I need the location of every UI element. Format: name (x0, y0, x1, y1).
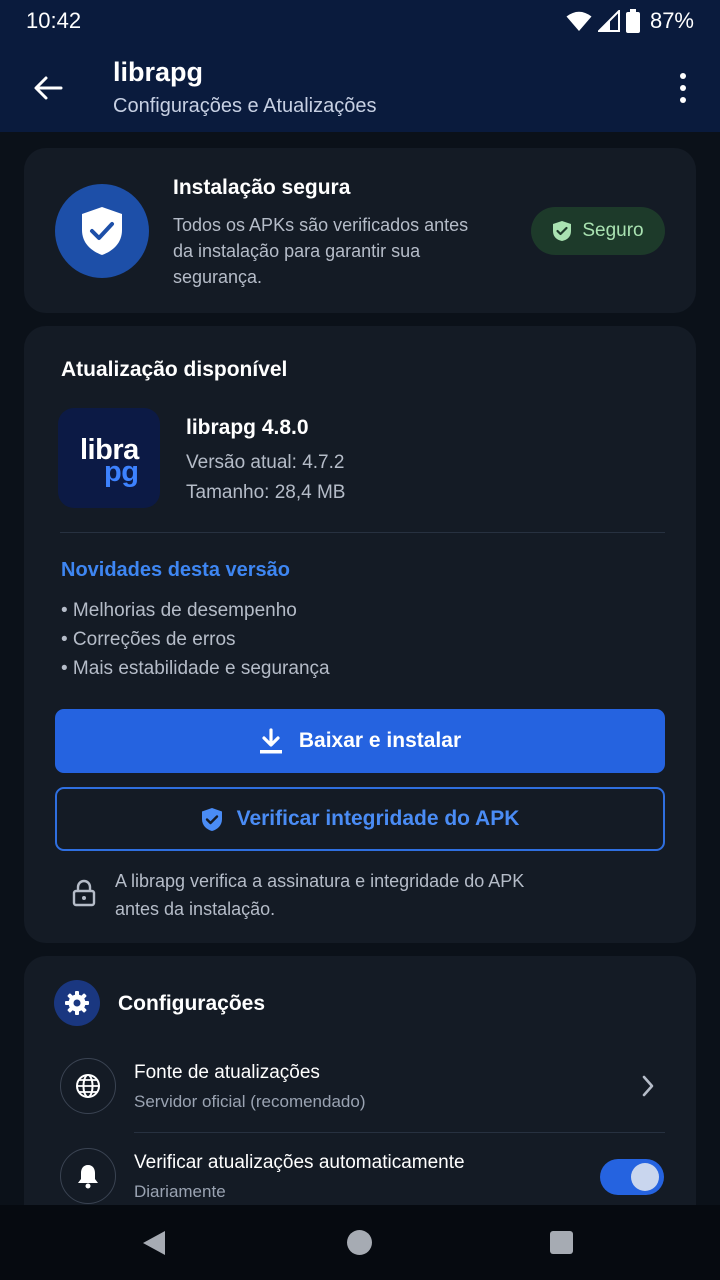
badge-label: Seguro (582, 220, 644, 241)
shield-check-icon (201, 807, 222, 831)
logo-text-line2: pg (104, 456, 139, 488)
app-title: librapg (113, 57, 204, 87)
divider (134, 1132, 665, 1133)
arrow-left-icon (34, 76, 63, 100)
download-icon (259, 728, 282, 754)
signal-icon (597, 10, 620, 32)
status-icons: 87% (566, 8, 694, 34)
secure-title: Instalação segura (173, 176, 351, 199)
app-bar: librapg Configurações e Atualizações (0, 42, 720, 132)
settings-row-update-source[interactable]: Fonte de atualizações Servidor oficial (… (24, 1058, 696, 1130)
download-install-button[interactable]: Baixar e instalar (55, 709, 665, 773)
update-source-title: Fonte de atualizações (134, 1062, 320, 1083)
update-source-subtitle: Servidor oficial (recomendado) (134, 1092, 366, 1111)
shield-check-icon (82, 207, 122, 255)
bell-icon-container (60, 1148, 116, 1204)
app-subtitle: Configurações e Atualizações (113, 95, 377, 117)
whats-new-item: • Melhorias de desempenho (61, 600, 297, 621)
shield-check-icon (553, 221, 572, 241)
whats-new-list: • Melhorias de desempenho • Correções de… (61, 596, 330, 683)
globe-icon (76, 1074, 100, 1098)
secure-install-card: Instalação segura Todos os APKs são veri… (24, 148, 696, 313)
nav-home-button[interactable] (347, 1230, 372, 1255)
battery-icon (625, 9, 640, 33)
globe-icon-container (60, 1058, 116, 1114)
nav-recents-button[interactable] (550, 1231, 573, 1254)
verify-integrity-label: Verificar integridade do APK (236, 807, 520, 830)
more-dot-icon (680, 73, 686, 79)
gear-icon (65, 991, 89, 1015)
update-card: Atualização disponível libra pg librapg … (24, 326, 696, 943)
more-dot-icon (680, 97, 686, 103)
app-logo: libra pg (58, 408, 160, 508)
whats-new-title: Novidades desta versão (61, 559, 290, 581)
status-time: 10:42 (26, 8, 82, 33)
status-bar: 10:42 87% (0, 0, 720, 42)
auto-check-subtitle: Diariamente (134, 1182, 226, 1201)
shield-avatar (55, 184, 149, 278)
nav-back-icon[interactable] (141, 1229, 167, 1257)
battery-percent: 87% (649, 8, 694, 33)
current-version: Versão atual: 4.7.2 (186, 452, 345, 473)
back-button[interactable] (28, 70, 68, 106)
secure-description: Todos os APKs são verificados antes da i… (173, 215, 469, 287)
download-install-label: Baixar e instalar (298, 729, 462, 752)
auto-check-title: Verificar atualizações automaticamente (134, 1152, 465, 1173)
divider (60, 532, 665, 533)
toggle-knob (631, 1163, 659, 1191)
chevron-right-icon (642, 1075, 654, 1097)
bell-icon (78, 1165, 98, 1189)
integrity-note: A librapg verifica a assinatura e integr… (115, 871, 525, 919)
navigation-bar (0, 1205, 720, 1280)
wifi-icon (566, 11, 592, 31)
more-dot-icon (680, 85, 686, 91)
whats-new-item: • Mais estabilidade e segurança (61, 658, 330, 679)
update-title: Atualização disponível (61, 358, 288, 381)
more-options-button[interactable] (668, 70, 698, 106)
secure-status-badge: Seguro (531, 207, 665, 255)
lock-icon (72, 879, 96, 907)
settings-title: Configurações (118, 992, 266, 1015)
update-size: Tamanho: 28,4 MB (186, 482, 346, 503)
auto-check-toggle[interactable] (600, 1159, 664, 1195)
update-app-name: librapg 4.8.0 (186, 416, 309, 439)
verify-integrity-button[interactable]: Verificar integridade do APK (55, 787, 665, 851)
settings-avatar (54, 980, 100, 1026)
whats-new-item: • Correções de erros (61, 629, 236, 650)
